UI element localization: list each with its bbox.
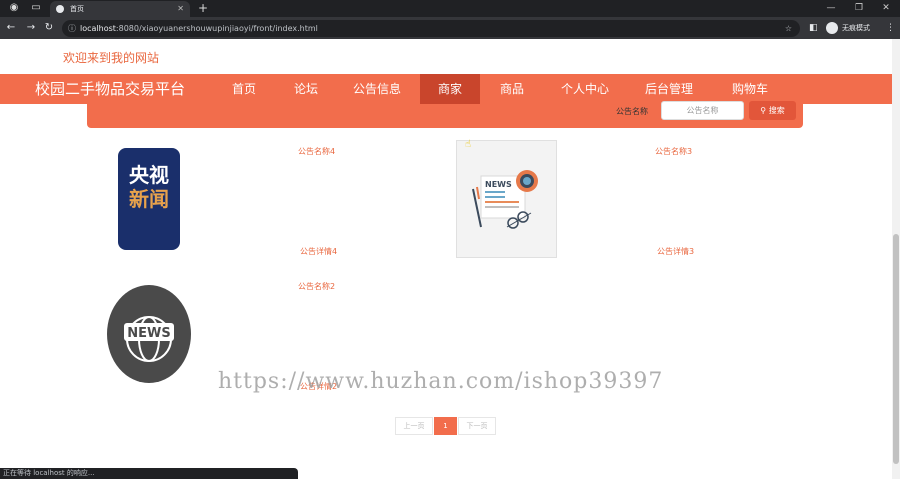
search-button-label: 搜索 xyxy=(768,106,785,115)
tab-title: 首页 xyxy=(70,5,84,13)
next-page-button[interactable]: 下一页 xyxy=(458,417,496,435)
search-panel: 公告名称 公告名称 ⚲ 搜索 xyxy=(87,101,803,128)
pointer-cursor-icon: ☝ xyxy=(465,139,472,150)
newspaper-icon: NEWS xyxy=(472,170,538,229)
search-icon: ⚲ xyxy=(760,106,767,115)
window-close-icon[interactable]: ✕ xyxy=(872,0,900,17)
scrollbar-thumb[interactable] xyxy=(893,234,899,464)
page-scrollbar[interactable] xyxy=(892,39,900,479)
browser-tab[interactable]: 首页 ✕ xyxy=(50,1,190,17)
notice-title[interactable]: 公告名称4 xyxy=(298,146,335,157)
notice-title[interactable]: 公告名称2 xyxy=(298,281,335,292)
search-button[interactable]: ⚲ 搜索 xyxy=(749,101,796,120)
notice-image-cctv[interactable]: 央视 新闻 xyxy=(118,148,180,250)
notice-image-globe[interactable]: NEWS xyxy=(107,285,191,383)
nav-user-center[interactable]: 个人中心 xyxy=(554,74,616,104)
watermark-text: https://www.huzhan.com/ishop39397 xyxy=(218,369,664,394)
nav-forum[interactable]: 论坛 xyxy=(284,74,328,104)
globe-icon xyxy=(56,5,64,13)
page-viewport: 欢迎来到我的网站 校园二手物品交易平台 首页 论坛 公告信息 商家 商品 个人中… xyxy=(0,39,892,479)
nav-merchants[interactable]: 商家 xyxy=(420,74,480,104)
site-info-icon[interactable]: ⓘ xyxy=(68,20,76,37)
minimize-icon[interactable]: — xyxy=(817,0,845,17)
page-1-button[interactable]: 1 xyxy=(434,417,457,435)
nav-products[interactable]: 商品 xyxy=(490,74,534,104)
search-input[interactable]: 公告名称 xyxy=(661,101,744,120)
incognito-indicator[interactable]: 无痕模式 xyxy=(826,20,870,36)
url-host: localhost xyxy=(80,24,116,33)
notice-detail[interactable]: 公告详情4 xyxy=(300,246,337,257)
close-icon[interactable]: ✕ xyxy=(177,1,184,17)
notice-detail[interactable]: 公告详情3 xyxy=(657,246,694,257)
nav-cart[interactable]: 购物车 xyxy=(722,74,778,104)
back-icon[interactable]: ← xyxy=(4,21,18,35)
new-tab-button[interactable]: + xyxy=(198,0,208,16)
globe-news-label: NEWS xyxy=(127,326,170,341)
nav-notices[interactable]: 公告信息 xyxy=(346,74,408,104)
site-brand[interactable]: 校园二手物品交易平台 xyxy=(35,74,185,104)
notice-image-newspaper[interactable]: NEWS xyxy=(456,140,557,258)
notice-title[interactable]: 公告名称3 xyxy=(655,146,692,157)
address-bar[interactable]: ⓘ localhost:8080/xiaoyuanershouwupinjiao… xyxy=(62,20,800,37)
nav-home[interactable]: 首页 xyxy=(222,74,266,104)
url-path: :8080/xiaoyuanershouwupinjiaoyi/front/in… xyxy=(115,24,318,33)
restore-icon[interactable]: ❐ xyxy=(845,0,873,17)
nav-admin[interactable]: 后台管理 xyxy=(638,74,700,104)
side-panel-icon[interactable]: ◧ xyxy=(809,21,818,35)
browser-menu-icon[interactable]: ◉ xyxy=(8,2,20,14)
browser-toolbar: ← → ↻ ⓘ localhost:8080/xiaoyuanershouwup… xyxy=(0,17,900,39)
browser-tab-strip: ◉ ▭ 首页 ✕ + — ❐ ✕ xyxy=(0,0,900,17)
main-navbar: 校园二手物品交易平台 首页 论坛 公告信息 商家 商品 个人中心 后台管理 购物… xyxy=(0,74,892,104)
incognito-label: 无痕模式 xyxy=(842,24,870,32)
more-menu-icon[interactable]: ⋮ xyxy=(886,21,895,35)
incognito-icon xyxy=(826,22,838,34)
logo-text-line1: 央视 xyxy=(129,163,169,187)
browser-status-bar: 正在等待 localhost 的响应... xyxy=(0,468,298,479)
logo-text-line2: 新闻 xyxy=(129,187,169,211)
bookmark-star-icon[interactable]: ☆ xyxy=(785,20,792,37)
reload-icon[interactable]: ↻ xyxy=(42,21,56,35)
globe-news-icon: NEWS xyxy=(107,285,191,383)
search-label: 公告名称 xyxy=(616,107,648,116)
tab-search-icon[interactable]: ▭ xyxy=(30,2,42,14)
prev-page-button[interactable]: 上一页 xyxy=(395,417,433,435)
welcome-text: 欢迎来到我的网站 xyxy=(63,51,160,65)
forward-icon[interactable]: → xyxy=(24,21,38,35)
newspaper-label: NEWS xyxy=(485,180,512,189)
